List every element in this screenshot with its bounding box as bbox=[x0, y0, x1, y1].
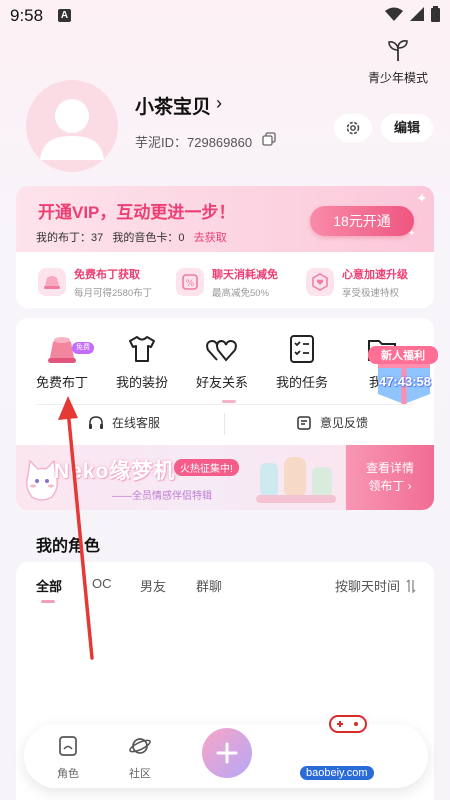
pudding-value: 37 bbox=[91, 232, 104, 244]
sort-button[interactable]: 按聊天时间 bbox=[335, 576, 416, 595]
page-indicator bbox=[222, 400, 236, 403]
feedback-button[interactable]: 意见反馈 bbox=[296, 414, 368, 431]
feature-label: 免费布丁 bbox=[35, 375, 88, 390]
nav-item-community[interactable]: 社区 bbox=[120, 734, 160, 781]
nav-item-roles[interactable]: 角色 bbox=[48, 734, 88, 781]
section-title: 我的角色 bbox=[36, 538, 101, 555]
vip-title: 开通VIP，互动更进一步！ bbox=[38, 203, 236, 222]
tab-underline bbox=[41, 600, 55, 603]
feature-free-pudding[interactable]: 免费布丁 免费 bbox=[22, 332, 102, 391]
vip-open-button[interactable]: 18元开通 bbox=[310, 206, 414, 236]
banner-cta[interactable]: 查看详情 领布丁 › bbox=[346, 445, 434, 510]
wifi-icon bbox=[385, 7, 403, 21]
sort-label: 按聊天时间 bbox=[334, 579, 400, 594]
feature-label: 我的任务 bbox=[275, 375, 328, 390]
perk-title: 聊天消耗减免 bbox=[212, 268, 278, 281]
role-card-icon bbox=[59, 736, 77, 756]
discount-icon: % bbox=[176, 268, 204, 296]
perk-heart-upgrade[interactable]: 心意加速升级 享受极速特权 bbox=[306, 262, 408, 302]
status-time: 9:58 bbox=[10, 6, 44, 25]
online-service-button[interactable]: 在线客服 bbox=[88, 414, 160, 431]
perk-desc: 最高减免50% bbox=[212, 287, 270, 299]
tab-oc[interactable]: OC bbox=[92, 576, 112, 591]
event-banner[interactable]: Neko缘梦机 火热征集中! ——全员情感伴侣特辑 查看详情 领布丁 › bbox=[16, 445, 434, 510]
settings-button[interactable] bbox=[334, 114, 372, 142]
headset-icon bbox=[89, 415, 103, 429]
plus-icon bbox=[216, 742, 238, 764]
vip-header: 开通VIP，互动更进一步！ 我的布丁：37 我的音色卡：0 去获取 18元开通 … bbox=[16, 186, 434, 252]
sprout-icon bbox=[388, 40, 408, 61]
free-badge: 免费 bbox=[72, 342, 94, 354]
notification-icon: A bbox=[58, 9, 71, 22]
feedback-label: 意见反馈 bbox=[320, 416, 369, 430]
banner-cta-line2: 领布丁 bbox=[368, 479, 405, 493]
perk-chat-discount[interactable]: % 聊天消耗减免 最高减免50% bbox=[176, 262, 278, 302]
default-avatar-icon bbox=[40, 99, 104, 160]
feature-label: 好友关系 bbox=[195, 375, 248, 390]
status-icons bbox=[385, 6, 440, 22]
checklist-icon bbox=[290, 335, 314, 363]
banner-tag: 火热征集中! bbox=[174, 459, 239, 476]
watermark: 宝贝游戏网 baobeiy.com bbox=[277, 715, 418, 788]
banner-cta-line1: 查看详情 bbox=[365, 461, 414, 475]
sort-icon bbox=[406, 579, 416, 593]
pudding-icon bbox=[38, 268, 66, 296]
feature-friends[interactable]: 好友关系 bbox=[182, 332, 262, 391]
heart-badge-icon bbox=[306, 268, 334, 296]
username[interactable]: 小茶宝贝 bbox=[135, 92, 211, 119]
acquire-link[interactable]: 去获取 bbox=[194, 232, 227, 244]
newbie-gift-badge[interactable]: 新人福利 47:43:58 bbox=[366, 336, 446, 408]
sparkle-icon: ✦ bbox=[408, 228, 416, 238]
svg-text:%: % bbox=[186, 279, 195, 289]
battery-icon bbox=[431, 6, 440, 22]
pudding-label: 我的布丁： bbox=[36, 232, 91, 244]
edit-button[interactable]: 编辑 bbox=[381, 114, 433, 142]
promo-timer: 47:43:58 bbox=[378, 374, 432, 389]
perk-desc: 每月可得2580布丁 bbox=[74, 287, 153, 299]
create-button[interactable] bbox=[202, 728, 252, 778]
watermark-url: baobeiy.com bbox=[300, 766, 374, 780]
hearts-icon bbox=[206, 339, 237, 362]
perk-desc: 享受极速特权 bbox=[342, 287, 400, 299]
sparkle-icon: ✦ bbox=[416, 190, 428, 206]
banner-subtitle: ——全员情感伴侣特辑 bbox=[112, 491, 212, 502]
feedback-icon bbox=[297, 415, 311, 430]
watermark-text: 宝贝游戏网 bbox=[277, 741, 394, 767]
capsule-machine-icon bbox=[256, 457, 336, 503]
nav-label: 社区 bbox=[129, 768, 151, 780]
banner-title: Neko缘梦机 bbox=[54, 460, 176, 483]
feature-my-tasks[interactable]: 我的任务 bbox=[262, 332, 342, 391]
chevron-right-icon[interactable]: › bbox=[216, 93, 222, 114]
planet-icon bbox=[129, 738, 151, 754]
divider bbox=[36, 404, 414, 405]
teen-mode-label: 青少年模式 bbox=[367, 71, 428, 85]
perk-free-pudding[interactable]: 免费布丁获取 每月可得2580布丁 bbox=[38, 262, 152, 302]
online-service-label: 在线客服 bbox=[112, 416, 161, 430]
user-id: 芋泥ID：729869860 bbox=[135, 135, 253, 150]
feature-label: 我的装扮 bbox=[115, 375, 168, 390]
avatar[interactable] bbox=[26, 80, 118, 172]
gear-icon bbox=[346, 121, 360, 135]
copy-icon[interactable] bbox=[262, 132, 276, 146]
tshirt-icon bbox=[129, 336, 155, 362]
feature-my-outfit[interactable]: 我的装扮 bbox=[102, 332, 182, 391]
signal-icon bbox=[410, 7, 424, 21]
tab-boyfriend[interactable]: 男友 bbox=[140, 576, 166, 595]
perk-title: 心意加速升级 bbox=[342, 268, 408, 281]
promo-title: 新人福利 bbox=[368, 346, 438, 364]
voice-card-label: 我的音色卡： bbox=[112, 232, 179, 244]
divider bbox=[224, 413, 225, 435]
status-bar: 9:58 A bbox=[0, 0, 450, 32]
tab-group-chat[interactable]: 群聊 bbox=[196, 576, 222, 595]
voice-card-value: 0 bbox=[178, 232, 185, 244]
vip-balance: 我的布丁：37 我的音色卡：0 去获取 bbox=[36, 229, 227, 245]
tab-all[interactable]: 全部 bbox=[36, 576, 62, 595]
vip-card: 开通VIP，互动更进一步！ 我的布丁：37 我的音色卡：0 去获取 18元开通 … bbox=[16, 186, 434, 308]
perk-title: 免费布丁获取 bbox=[74, 268, 140, 281]
nav-label: 角色 bbox=[57, 768, 79, 780]
gamepad-icon bbox=[329, 715, 367, 733]
teen-mode-button[interactable]: 青少年模式 bbox=[366, 38, 430, 86]
